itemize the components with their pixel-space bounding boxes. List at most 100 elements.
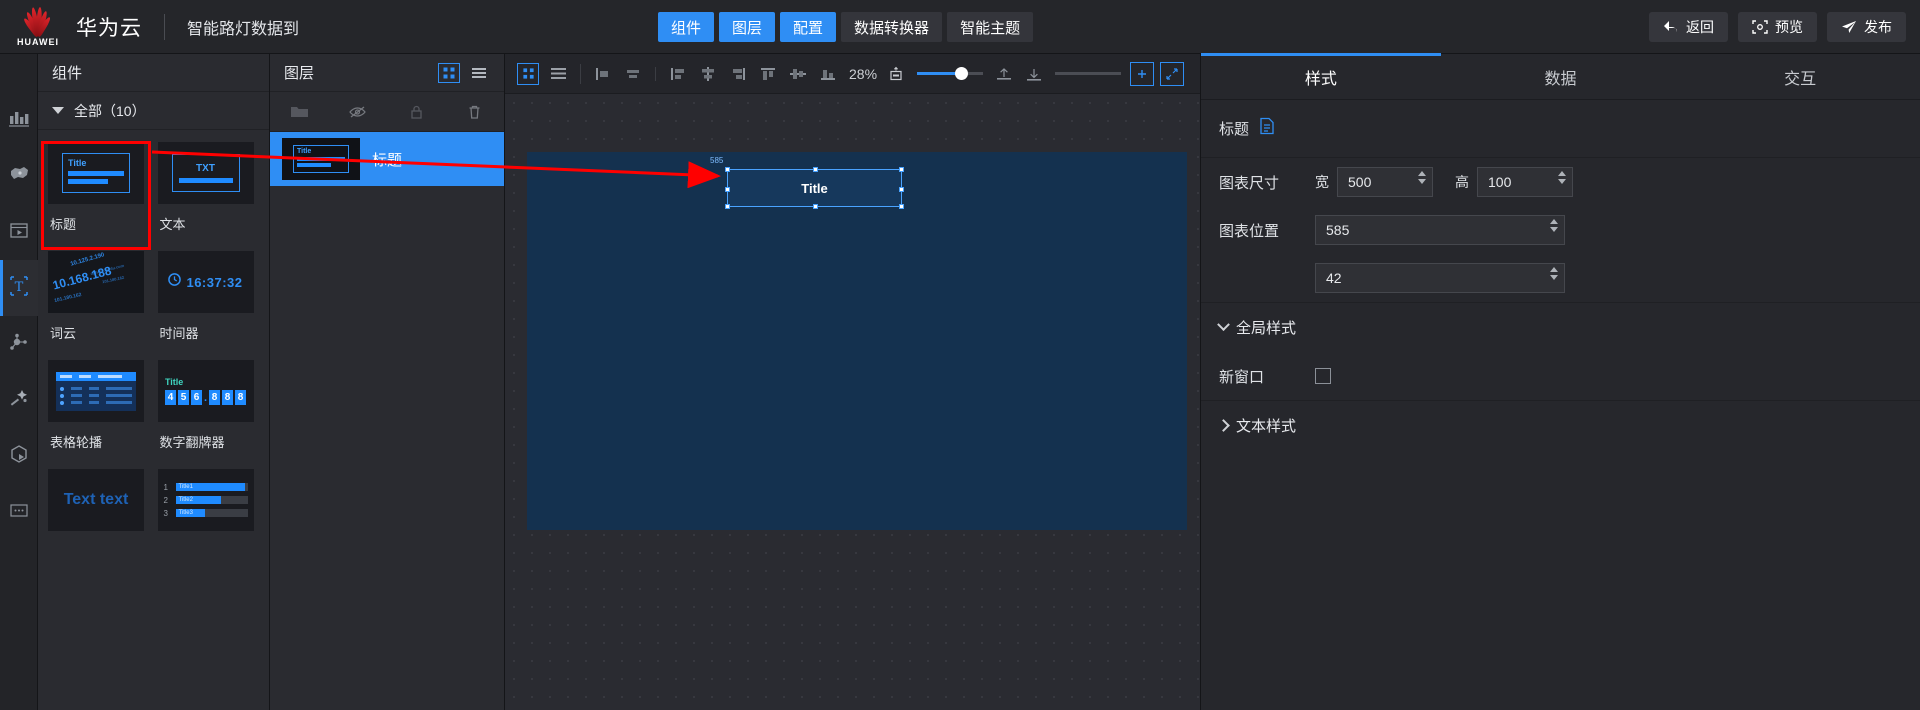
component-item-texttext[interactable]: Text text	[48, 469, 150, 543]
eye-off-icon[interactable]	[343, 97, 373, 127]
distribute-h-icon[interactable]	[693, 59, 723, 89]
chart-width-field[interactable]	[1337, 167, 1433, 197]
rail-item-three-d[interactable]	[0, 428, 38, 484]
flip-digit-2: 6	[190, 390, 202, 405]
align-right-icon[interactable]	[663, 59, 693, 89]
zoom-slider-handle[interactable]	[955, 67, 969, 80]
texttext-thumb: Text text	[48, 469, 144, 531]
relation-icon	[8, 332, 30, 357]
top-actions: 返回 预览 发布	[1649, 12, 1906, 42]
layer-thumbnail: Title	[282, 138, 360, 180]
preview-button[interactable]: 预览	[1738, 12, 1817, 42]
document-icon[interactable]	[1259, 117, 1275, 140]
component-item-table-carousel[interactable]: 表格轮播	[48, 360, 150, 463]
rail-item-media[interactable]	[0, 204, 38, 260]
publish-send-icon	[1841, 20, 1857, 34]
component-item-text[interactable]: TXT 文本	[157, 142, 260, 245]
wordcloud-thumb: 10.125.2.190 ophera.baidu.com 10.168.188…	[48, 251, 144, 313]
chart-position-x-input[interactable]	[1316, 216, 1564, 244]
align-bottom-icon[interactable]	[813, 59, 843, 89]
fit-screen-icon[interactable]	[881, 59, 911, 89]
grid-view-icon[interactable]	[438, 62, 460, 83]
rail-item-text[interactable]: T	[0, 260, 38, 316]
publish-button[interactable]: 发布	[1827, 12, 1906, 42]
folder-icon[interactable]	[284, 97, 314, 127]
add-icon[interactable]	[1127, 59, 1157, 89]
expand-icon[interactable]	[1157, 59, 1187, 89]
chart-width-stepper[interactable]	[1418, 171, 1426, 184]
chart-height-field[interactable]	[1477, 167, 1573, 197]
main-nav: 组件 图层 配置 数据转换器 智能主题	[658, 12, 1034, 42]
component-item-timer[interactable]: 16:37:32 时间器	[157, 251, 260, 354]
new-window-checkbox[interactable]	[1315, 368, 1331, 384]
tab-interaction[interactable]: 交互	[1680, 54, 1920, 99]
component-item-ranklist[interactable]: 1 Title1 2 Title2 3 Title3	[157, 469, 260, 543]
rail-item-chart[interactable]	[0, 92, 38, 148]
zoom-slider[interactable]	[917, 67, 984, 80]
tab-style[interactable]: 样式	[1201, 53, 1441, 99]
chart-position-label: 图表位置	[1219, 222, 1280, 240]
rail-item-map[interactable]	[0, 148, 38, 204]
secondary-slider[interactable]	[1055, 72, 1122, 75]
nav-tab-data-converter[interactable]: 数据转换器	[841, 12, 943, 42]
widget-title-row: 标题	[1201, 100, 1920, 158]
flip-thumb-title: Title	[164, 377, 184, 387]
nav-tab-config[interactable]: 配置	[780, 12, 837, 42]
resize-handle-se[interactable]	[899, 204, 904, 209]
resize-handle-nw[interactable]	[725, 167, 730, 172]
canvas-stage[interactable]: 585 Title	[505, 94, 1200, 710]
align-down-icon[interactable]	[1019, 59, 1049, 89]
align-middle-v-icon[interactable]	[783, 59, 813, 89]
nav-tab-smart-theme[interactable]: 智能主题	[947, 12, 1034, 42]
component-item-title-label: 标题	[50, 217, 77, 232]
chart-position-y-field[interactable]	[1315, 263, 1565, 293]
chart-height-stepper[interactable]	[1558, 171, 1566, 184]
rail-item-more[interactable]	[0, 484, 38, 540]
nav-tab-components[interactable]: 组件	[658, 12, 715, 42]
list-view-icon[interactable]	[468, 63, 490, 83]
align-center-h-icon[interactable]	[618, 59, 648, 89]
component-group-all[interactable]: 全部（10）	[38, 92, 269, 130]
resize-handle-n[interactable]	[813, 167, 818, 172]
flipnumber-thumb: Title 4 5 6 . 8 8 8	[157, 360, 254, 422]
resize-handle-sw[interactable]	[725, 204, 730, 209]
section-global-style[interactable]: 全局样式	[1201, 302, 1920, 352]
back-button[interactable]: 返回	[1649, 12, 1728, 42]
align-left-icon[interactable]	[588, 59, 618, 89]
align-top-icon[interactable]	[753, 59, 783, 89]
resize-handle-w[interactable]	[725, 187, 730, 192]
flip-digit-3: .	[203, 391, 208, 404]
lock-icon[interactable]	[401, 97, 431, 127]
component-item-flip-number[interactable]: Title 4 5 6 . 8 8 8 数字翻牌器	[157, 360, 260, 463]
canvas-widget-title[interactable]: Title	[725, 167, 904, 209]
align-edge-icon[interactable]	[723, 59, 753, 89]
section-text-style[interactable]: 文本样式	[1201, 400, 1920, 450]
rail-item-magic[interactable]	[0, 372, 38, 428]
grid-layout-icon[interactable]	[513, 59, 543, 89]
component-item-title[interactable]: Title 标题	[48, 142, 150, 245]
chevron-down-icon	[1217, 318, 1230, 332]
component-item-wordcloud-label: 词云	[50, 326, 77, 341]
chart-position-y-stepper[interactable]	[1550, 267, 1558, 280]
resize-handle-e[interactable]	[899, 187, 904, 192]
chart-position-row-y	[1201, 254, 1920, 302]
trash-icon[interactable]	[460, 97, 490, 127]
layers-panel-title: 图层	[284, 65, 315, 82]
list-layout-icon[interactable]	[543, 59, 573, 89]
clock-thumb: 16:37:32	[157, 251, 254, 313]
layer-item-title[interactable]: Title 标题	[270, 132, 504, 186]
chart-position-x-field[interactable]	[1315, 215, 1565, 245]
resize-handle-ne[interactable]	[899, 167, 904, 172]
nav-tab-layers[interactable]: 图层	[719, 12, 776, 42]
chart-position-x-stepper[interactable]	[1550, 219, 1558, 232]
align-up-icon[interactable]	[989, 59, 1019, 89]
chart-position-row-x: 图表位置	[1201, 206, 1920, 254]
resize-handle-s[interactable]	[813, 204, 818, 209]
component-item-wordcloud[interactable]: 10.125.2.190 ophera.baidu.com 10.168.188…	[48, 251, 150, 354]
more-icon	[8, 500, 30, 525]
canvas-board[interactable]: 585 Title	[527, 152, 1187, 530]
chart-position-y-input[interactable]	[1316, 264, 1564, 292]
rail-item-relation[interactable]	[0, 316, 38, 372]
flip-digit-5: 8	[222, 390, 234, 405]
tab-data[interactable]: 数据	[1441, 54, 1681, 99]
